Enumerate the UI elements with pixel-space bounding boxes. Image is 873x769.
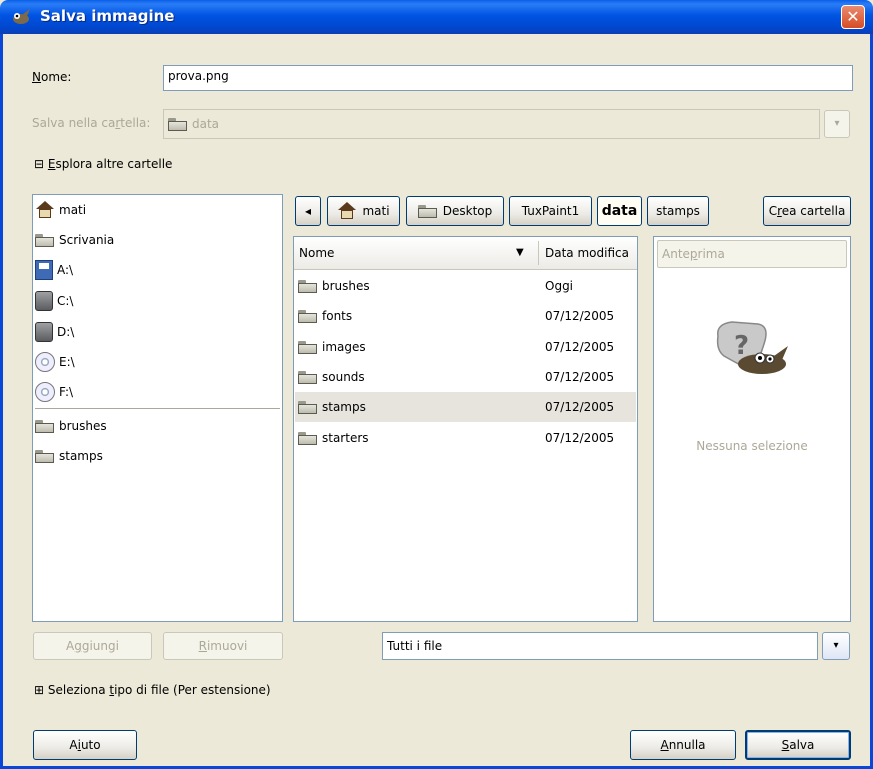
floppy-icon xyxy=(35,260,53,280)
chevron-down-icon: ▾ xyxy=(834,118,840,129)
folder-icon xyxy=(35,449,55,463)
folder-icon xyxy=(35,419,55,433)
file-filter-combo[interactable]: Tutti i file xyxy=(382,632,818,660)
folder-icon xyxy=(168,117,188,131)
folder-icon xyxy=(298,279,318,293)
file-row-images[interactable]: images 07/12/2005 xyxy=(295,332,636,362)
folder-icon xyxy=(298,431,318,445)
hard-drive-icon xyxy=(35,291,53,311)
path-crumb-mati[interactable]: mati xyxy=(327,196,400,226)
close-button[interactable]: ✕ xyxy=(841,5,865,29)
place-item-mati[interactable]: mati xyxy=(35,197,86,223)
bookmark-item-stamps[interactable]: stamps xyxy=(35,443,103,469)
help-button[interactable]: Aiuto xyxy=(33,730,137,760)
column-divider xyxy=(538,241,539,265)
bookmark-item-brushes[interactable]: brushes xyxy=(35,413,107,439)
path-crumb-tuxpaint1[interactable]: TuxPaint1 xyxy=(509,196,592,226)
cancel-button[interactable]: Annulla xyxy=(630,730,736,760)
remove-bookmark-button[interactable]: Rimuovi xyxy=(163,632,283,660)
column-header-name[interactable]: Nome xyxy=(299,237,334,269)
create-folder-button[interactable]: Crea cartella xyxy=(763,196,851,226)
chevron-down-icon: ▾ xyxy=(833,640,839,651)
save-folder-label: Salva nella cartella: xyxy=(32,116,151,130)
place-item-c[interactable]: C:\ xyxy=(35,288,73,314)
path-back-button[interactable]: ◂ xyxy=(295,196,321,226)
gimp-no-preview-icon: ? xyxy=(712,318,790,382)
cd-icon xyxy=(35,382,55,402)
file-row-brushes[interactable]: brushes Oggi xyxy=(295,271,636,301)
save-button[interactable]: Salva xyxy=(745,730,851,760)
place-item-e[interactable]: E:\ xyxy=(35,349,75,375)
chevron-left-icon: ◂ xyxy=(304,204,312,218)
filename-input[interactable]: prova.png xyxy=(163,65,853,91)
path-crumb-stamps[interactable]: stamps xyxy=(647,196,709,226)
home-icon xyxy=(337,202,357,220)
close-icon: ✕ xyxy=(846,7,860,26)
gimp-wilber-icon xyxy=(10,8,32,26)
home-icon xyxy=(35,201,55,219)
file-row-stamps[interactable]: stamps 07/12/2005 xyxy=(295,392,636,422)
hard-drive-icon xyxy=(35,322,53,342)
places-separator xyxy=(35,408,280,409)
collapse-icon: ⊟ xyxy=(34,157,45,171)
file-list: Nome ▼ Data modifica brushes Oggi fonts 07… xyxy=(293,236,638,622)
places-panel: mati Scrivania A:\ C:\ D:\ E:\ F:\ brush… xyxy=(32,194,283,622)
place-item-scrivania[interactable]: Scrivania xyxy=(35,227,114,253)
folder-icon xyxy=(298,309,318,323)
save-folder-dropdown-button[interactable]: ▾ xyxy=(824,110,850,138)
path-crumb-desktop[interactable]: Desktop xyxy=(406,196,504,226)
preview-header: Anteprima xyxy=(657,240,847,268)
cd-icon xyxy=(35,352,55,372)
file-list-header: Nome ▼ Data modifica xyxy=(294,237,637,270)
file-row-sounds[interactable]: sounds 07/12/2005 xyxy=(295,362,636,392)
folder-icon xyxy=(298,370,318,384)
file-filter-dropdown-button[interactable]: ▾ xyxy=(822,632,850,660)
name-label: Nome: xyxy=(32,70,72,84)
file-row-fonts[interactable]: fonts 07/12/2005 xyxy=(295,301,636,331)
file-row-starters[interactable]: starters 07/12/2005 xyxy=(295,423,636,453)
file-type-expander[interactable]: ⊞ Seleziona tipo di file (Per estensione… xyxy=(34,683,271,697)
folder-icon xyxy=(298,340,318,354)
window-title: Salva immagine xyxy=(40,7,175,25)
window-frame-left xyxy=(0,34,3,769)
path-crumb-data[interactable]: data xyxy=(597,196,642,226)
place-item-f[interactable]: F:\ xyxy=(35,379,73,405)
preview-panel: Anteprima Nessuna selezione xyxy=(653,236,851,622)
preview-empty-text: Nessuna selezione xyxy=(696,439,808,453)
column-header-date[interactable]: Data modifica xyxy=(545,237,629,269)
save-folder-combo[interactable]: data xyxy=(163,109,820,139)
place-item-a[interactable]: A:\ xyxy=(35,257,73,283)
folder-icon xyxy=(298,400,318,414)
folder-icon xyxy=(417,204,438,218)
browse-folders-expander[interactable]: ⊟ Esplora altre cartelle xyxy=(34,157,172,171)
sort-descending-icon: ▼ xyxy=(516,247,524,258)
place-item-d[interactable]: D:\ xyxy=(35,319,74,345)
folder-icon xyxy=(35,233,55,247)
add-bookmark-button[interactable]: Aggiungi xyxy=(33,632,152,660)
expand-icon: ⊞ xyxy=(34,683,45,697)
